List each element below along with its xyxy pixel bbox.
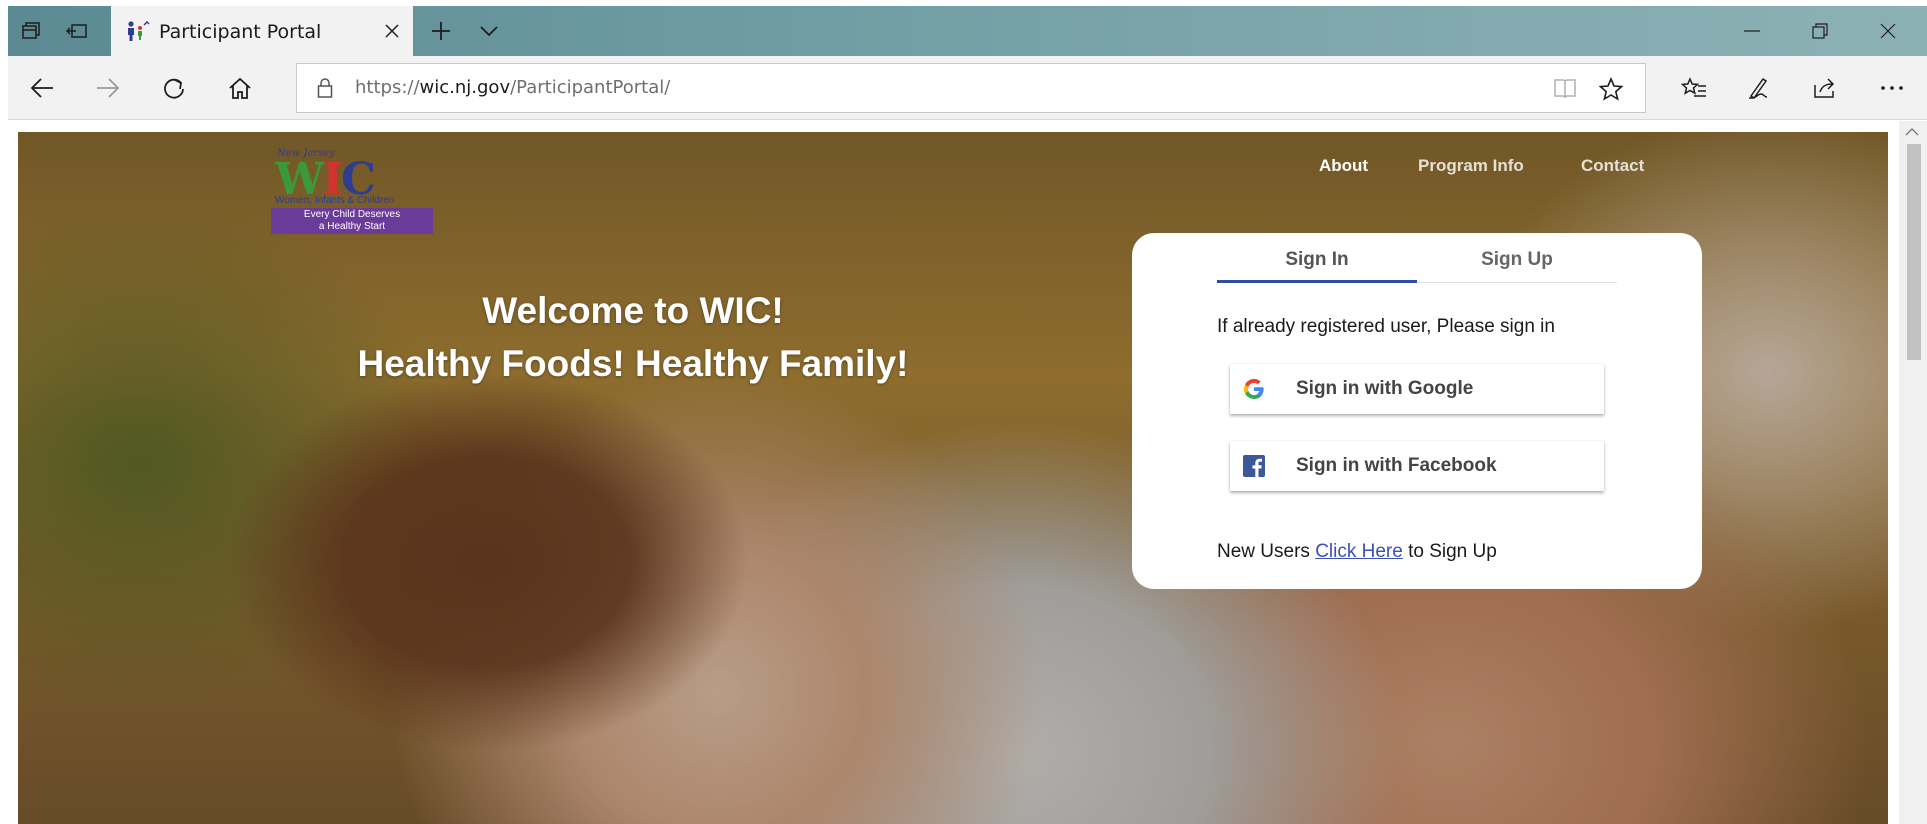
minimize-icon[interactable] [1718, 6, 1786, 56]
nav-about-link[interactable]: About [1319, 156, 1368, 176]
scroll-up-chevron-icon[interactable] [1905, 125, 1919, 139]
sign-in-facebook-button[interactable]: Sign in with Facebook [1230, 441, 1604, 491]
tab-participant-portal[interactable]: Participant Portal [111, 6, 413, 56]
nav-program-info-link[interactable]: Program Info [1418, 156, 1524, 176]
logo-band-line2: a Healthy Start [318, 221, 386, 232]
page-viewport: New Jersey WIC Women, Infants & Children… [8, 121, 1927, 824]
tab-title: Participant Portal [159, 21, 322, 43]
restore-icon[interactable] [1786, 6, 1854, 56]
sign-in-hint: If already registered user, Please sign … [1217, 316, 1555, 337]
close-icon[interactable] [379, 18, 405, 44]
web-note-pen-icon[interactable] [1736, 64, 1784, 112]
refresh-icon[interactable] [150, 64, 198, 112]
url-text: https://wic.nj.gov/ParticipantPortal/ [355, 77, 671, 98]
sign-in-card: Sign In Sign Up If already registered us… [1132, 233, 1702, 589]
home-icon[interactable] [216, 64, 264, 112]
tab-actions-icon[interactable] [8, 6, 54, 56]
lock-icon [317, 78, 333, 103]
tab-sign-in[interactable]: Sign In [1217, 249, 1417, 283]
new-users-prefix: New Users [1217, 541, 1316, 562]
hero-heading-line1: Welcome to WIC! [482, 290, 784, 331]
hero-heading: Welcome to WIC! Healthy Foods! Healthy F… [318, 284, 948, 390]
new-users-text: New Users Click Here to Sign Up [1217, 541, 1497, 563]
wic-logo[interactable]: New Jersey WIC Women, Infants & Children… [271, 148, 433, 234]
scroll-thumb[interactable] [1907, 144, 1921, 360]
set-tabs-aside-icon[interactable] [54, 6, 100, 56]
browser-toolbar: https://wic.nj.gov/ParticipantPortal/ [8, 56, 1927, 120]
favorites-list-icon[interactable] [1670, 64, 1718, 112]
google-icon [1242, 377, 1266, 401]
logo-band: Every Child Deserves a Healthy Start [271, 208, 433, 234]
family-favicon-icon [125, 20, 151, 41]
facebook-icon [1242, 454, 1266, 478]
favorite-star-icon[interactable] [1597, 76, 1625, 102]
reading-view-icon[interactable] [1551, 76, 1579, 102]
browser-titlebar: Participant Portal [8, 6, 1927, 56]
click-here-signup-link[interactable]: Click Here [1315, 541, 1403, 562]
share-icon[interactable] [1802, 64, 1850, 112]
more-options-icon[interactable] [1868, 64, 1916, 112]
sign-in-google-button[interactable]: Sign in with Google [1230, 364, 1604, 414]
logo-band-line1: Every Child Deserves [303, 209, 401, 220]
forward-arrow-icon[interactable] [84, 64, 132, 112]
hero-heading-line2: Healthy Foods! Healthy Family! [357, 343, 909, 384]
auth-tabs: Sign In Sign Up [1217, 249, 1617, 283]
google-button-label: Sign in with Google [1296, 378, 1474, 399]
facebook-button-label: Sign in with Facebook [1296, 455, 1497, 476]
tab-preview-chevron-down-icon[interactable] [466, 6, 512, 56]
back-arrow-icon[interactable] [18, 64, 66, 112]
page-scrollbar[interactable] [1899, 121, 1927, 824]
address-bar[interactable]: https://wic.nj.gov/ParticipantPortal/ [296, 63, 1646, 113]
logo-tagline: Women, Infants & Children [275, 195, 395, 206]
new-users-suffix: to Sign Up [1402, 541, 1497, 562]
nav-contact-link[interactable]: Contact [1581, 156, 1644, 176]
hero-section: New Jersey WIC Women, Infants & Children… [18, 132, 1888, 824]
tab-sign-up[interactable]: Sign Up [1417, 249, 1617, 283]
window-close-icon[interactable] [1854, 6, 1922, 56]
new-tab-icon[interactable] [418, 6, 464, 56]
